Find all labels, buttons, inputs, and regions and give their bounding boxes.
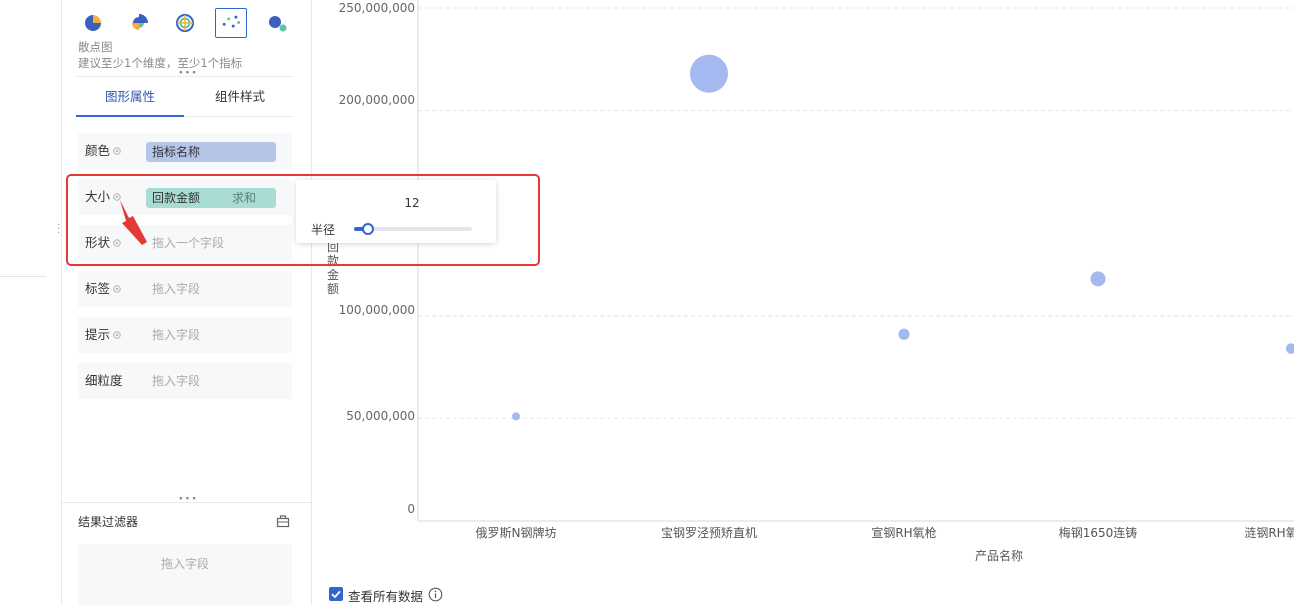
scatter-chart-icon[interactable] (215, 8, 247, 38)
scatter-point[interactable] (898, 328, 910, 340)
x-tick-label: 俄罗斯N钢牌坊 (475, 526, 557, 540)
scatter-point[interactable] (1090, 271, 1106, 287)
y-tick-label: 250,000,000 (338, 1, 415, 15)
tab-graphic-properties[interactable]: 图形属性 (76, 77, 184, 117)
divider (62, 502, 312, 503)
granularity-drop-placeholder: 拖入字段 (152, 374, 201, 388)
y-tick-label: 50,000,000 (346, 409, 415, 423)
result-filter-dropzone[interactable]: 拖入字段 (78, 544, 292, 605)
y-tick-label: 0 (407, 502, 415, 516)
scatter-point[interactable] (512, 412, 520, 421)
color-label: 颜色 (85, 143, 111, 158)
checkbox-checked-icon[interactable] (329, 587, 343, 601)
tooltip-label: 提示 (85, 327, 111, 342)
y-tick-label: 200,000,000 (338, 93, 415, 107)
label-drop-placeholder: 拖入字段 (152, 282, 201, 296)
filter-settings-icon[interactable] (276, 514, 290, 528)
scatter-chart: 250,000,000 200,000,000 100,000,000 50,0… (313, 0, 1294, 580)
scatter-point[interactable] (1285, 343, 1294, 354)
gear-icon[interactable] (112, 330, 122, 340)
label-label: 标签 (85, 281, 111, 296)
x-axis-title: 产品名称 (975, 549, 1024, 563)
attribute-tabs: 图形属性 组件样式 (76, 76, 294, 117)
gear-icon[interactable] (112, 284, 122, 294)
x-tick-label: 宝钢罗泾预矫直机 (660, 526, 758, 540)
left-sidebar: · · · (0, 0, 62, 605)
chart-type-hint: 建议至少1个维度，至少1个指标 (78, 56, 243, 70)
color-field-pill[interactable]: 指标名称 (146, 142, 276, 162)
x-tick-label: 梅钢1650连铸 (1058, 526, 1138, 540)
tab-component-style[interactable]: 组件样式 (186, 77, 294, 117)
x-tick-label: 宣钢RH氧枪 (871, 526, 937, 540)
pie-chart-icon[interactable] (82, 12, 104, 34)
label-field-row[interactable]: 标签 拖入字段 (78, 271, 292, 307)
chart-type-name: 散点图 (78, 40, 113, 54)
granularity-field-row[interactable]: 细粒度 拖入字段 (78, 363, 292, 399)
chart-config-panel: 散点图 建议至少1个维度，至少1个指标 ∙∙∙ 图形属性 组件样式 颜色 指标名… (62, 0, 312, 605)
view-all-data-label: 查看所有数据 (348, 589, 424, 604)
annotation-highlight-box (66, 174, 540, 266)
granularity-label: 细粒度 (85, 373, 123, 388)
chart-type-selector (78, 8, 294, 38)
gear-icon[interactable] (112, 146, 122, 156)
divider (0, 276, 46, 277)
tooltip-field-row[interactable]: 提示 拖入字段 (78, 317, 292, 353)
bubble-chart-icon[interactable] (266, 12, 288, 34)
tooltip-drop-placeholder: 拖入字段 (152, 328, 201, 342)
result-filter-placeholder: 拖入字段 (160, 557, 209, 571)
radar-chart-icon[interactable] (174, 12, 196, 34)
y-tick-label: 100,000,000 (338, 303, 415, 317)
color-field-row[interactable]: 颜色 指标名称 (78, 133, 292, 169)
scatter-point[interactable] (690, 54, 728, 93)
x-tick-label: 涟钢RH氧 (1244, 526, 1294, 540)
chart-type-description: 散点图 建议至少1个维度，至少1个指标 (78, 39, 242, 71)
chart-canvas (417, 0, 1294, 522)
result-filter-title: 结果过滤器 (78, 515, 139, 529)
rose-chart-icon[interactable] (128, 12, 150, 34)
resize-handle[interactable]: · · · (57, 221, 60, 239)
info-icon[interactable] (428, 587, 443, 602)
